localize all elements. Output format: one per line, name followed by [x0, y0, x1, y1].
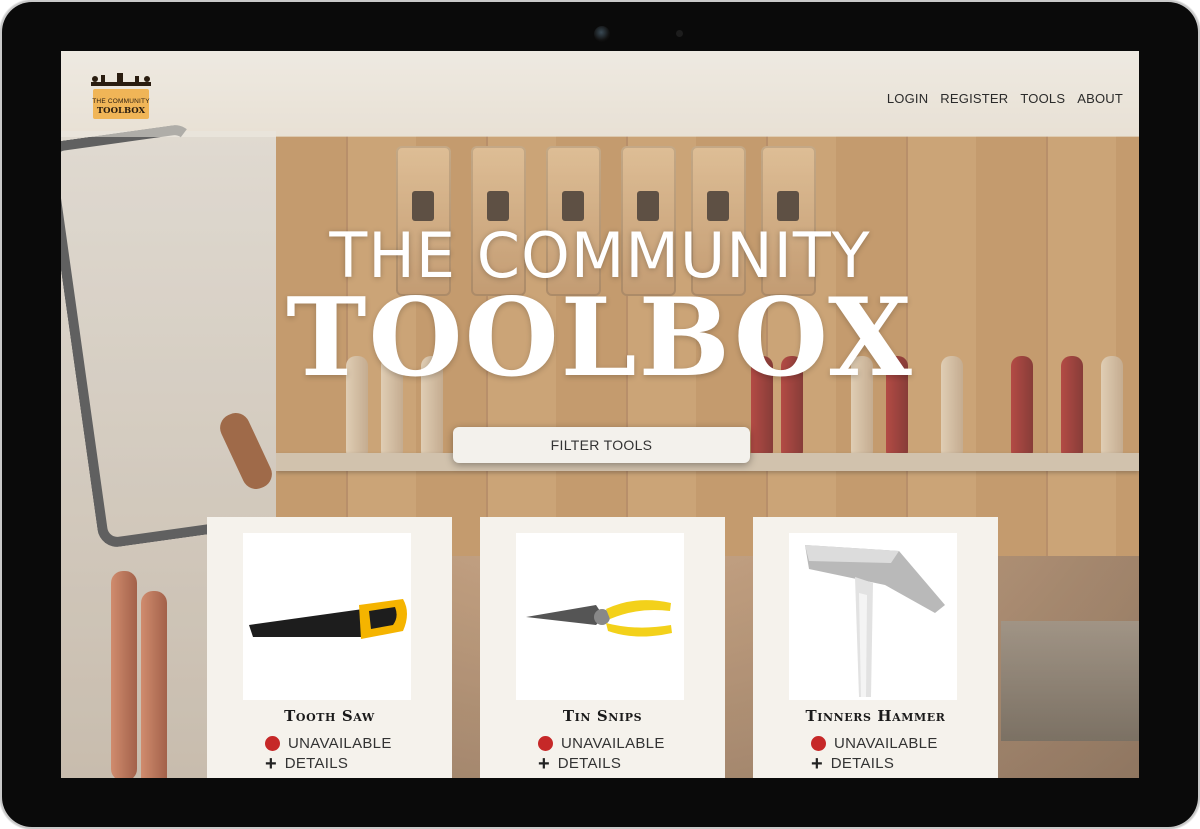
tin-snips-icon [526, 600, 672, 637]
details-label: DETAILS [284, 755, 349, 772]
nav-register[interactable]: REGISTER [940, 91, 1008, 106]
status-unavailable-icon [811, 736, 826, 751]
main-nav: LOGIN REGISTER TOOLS ABOUT [887, 91, 1123, 106]
status-unavailable-icon [538, 736, 553, 751]
site-logo[interactable]: THE COMMUNITY TOOLBOX [85, 67, 157, 121]
tool-status: UNAVAILABLE [265, 735, 392, 752]
status-label: UNAVAILABLE [834, 735, 938, 752]
camera-icon [594, 26, 610, 42]
plus-icon: + [538, 752, 550, 775]
plus-icon: + [811, 752, 823, 775]
tin-snips-image[interactable] [516, 533, 684, 700]
tool-details-link[interactable]: + DETAILS [538, 752, 622, 775]
hand-saw-icon [249, 599, 407, 639]
status-label: UNAVAILABLE [561, 735, 665, 752]
nav-about[interactable]: ABOUT [1077, 91, 1123, 106]
status-unavailable-icon [265, 736, 280, 751]
filter-tools-button[interactable]: FILTER TOOLS [453, 427, 750, 463]
tool-details-link[interactable]: + DETAILS [811, 752, 895, 775]
tool-card[interactable]: Tooth Saw UNAVAILABLE + DETAILS [207, 517, 452, 778]
hand-saw-image[interactable] [243, 533, 411, 700]
site-header: THE COMMUNITY TOOLBOX LOGIN REGISTER TOO… [61, 51, 1139, 137]
nav-tools[interactable]: TOOLS [1020, 91, 1065, 106]
sensor-icon [676, 30, 683, 37]
tool-name: Tooth Saw [284, 707, 375, 725]
tool-name: Tinners Hammer [805, 707, 946, 725]
nav-login[interactable]: LOGIN [887, 91, 928, 106]
screen: THE COMMUNITY TOOLBOX LOGIN REGISTER TOO… [61, 51, 1139, 778]
logo-text-bottom: TOOLBOX [96, 106, 146, 116]
hammer-image[interactable] [789, 533, 957, 700]
tool-details-link[interactable]: + DETAILS [265, 752, 349, 775]
status-label: UNAVAILABLE [288, 735, 392, 752]
tool-card[interactable]: Tinners Hammer UNAVAILABLE + DETAILS [753, 517, 998, 778]
tool-status: UNAVAILABLE [538, 735, 665, 752]
tablet-frame: THE COMMUNITY TOOLBOX LOGIN REGISTER TOO… [2, 2, 1198, 827]
details-label: DETAILS [557, 755, 622, 772]
hero-title-line2: TOOLBOX [286, 275, 914, 401]
logo-text-top: THE COMMUNITY [92, 98, 150, 105]
tool-status: UNAVAILABLE [811, 735, 938, 752]
hammer-icon [805, 545, 945, 697]
tool-card[interactable]: Tin Snips UNAVAILABLE + DETAILS [480, 517, 725, 778]
toolbox-lid-icon [91, 73, 151, 86]
plus-icon: + [265, 752, 277, 775]
details-label: DETAILS [830, 755, 895, 772]
tool-card-list: Tooth Saw UNAVAILABLE + DETAILS Tin Snip… [207, 517, 998, 778]
tool-name: Tin Snips [562, 707, 643, 725]
